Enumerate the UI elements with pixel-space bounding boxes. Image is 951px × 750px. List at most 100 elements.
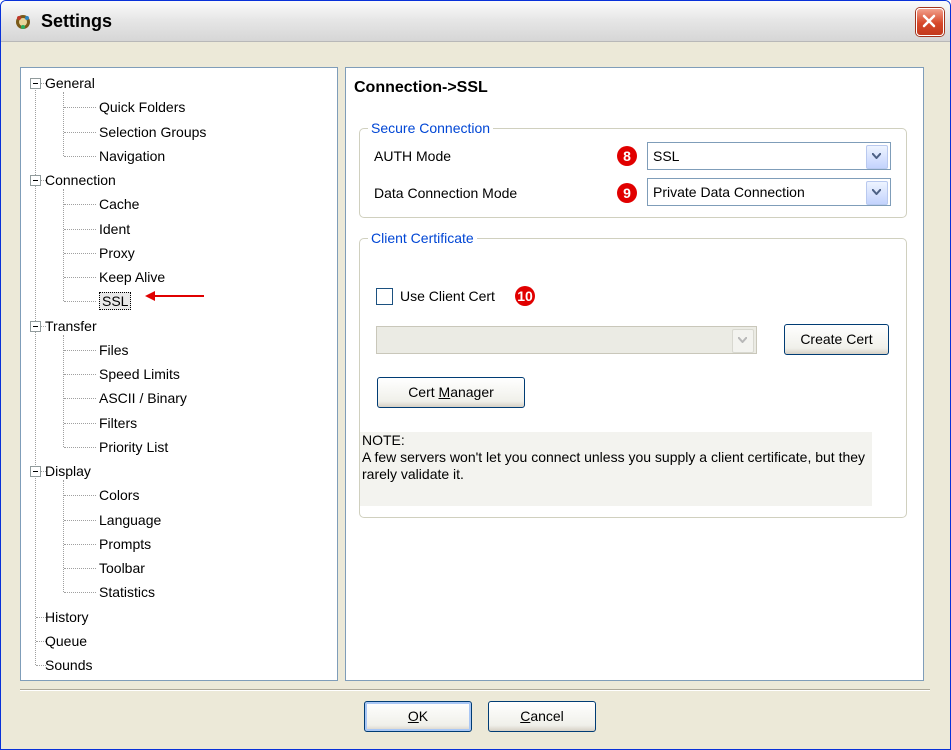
cert-manager-button[interactable]: Cert Manager [377, 377, 525, 408]
auth-mode-label: AUTH Mode [374, 148, 452, 164]
tree-item-navigation[interactable]: Navigation [99, 147, 165, 165]
tree-item-ssl[interactable]: SSL [99, 292, 132, 311]
tree-item-label: Files [99, 341, 129, 358]
dropdown-arrow-icon [738, 337, 747, 343]
create-cert-button[interactable]: Create Cert [784, 324, 889, 355]
tree-item-label: Speed Limits [99, 366, 180, 382]
tree-item-display[interactable]: Display [45, 462, 91, 480]
use-client-cert-badge: 10 [515, 286, 535, 306]
tree-item-label: Proxy [99, 244, 135, 261]
tree-item-label: SSL [99, 292, 132, 311]
cancel-button[interactable]: Cancel [488, 701, 596, 732]
close-button[interactable] [916, 8, 944, 36]
secure-connection-group: Secure Connection AUTH Mode 8 SSL Data C… [359, 120, 907, 218]
title-bar[interactable]: Settings [1, 1, 950, 42]
collapse-icon[interactable] [30, 175, 41, 186]
tree-root-line [35, 83, 36, 665]
tree-item-selection-groups[interactable]: Selection Groups [99, 123, 206, 141]
tree-item-label: Statistics [99, 584, 156, 601]
cert-manager-label-post: anager [450, 384, 494, 400]
tree-item-history[interactable]: History [45, 608, 89, 626]
tree-branch-line [63, 334, 64, 447]
tree-connector [64, 349, 96, 351]
tree-connector [64, 374, 96, 375]
use-client-cert-checkbox[interactable] [376, 288, 393, 305]
tree-item-label: General [45, 75, 95, 91]
tree-item-ascii-binary[interactable]: ASCII / Binary [99, 389, 187, 407]
client-cert-dropdown-button [732, 329, 754, 353]
tree-item-language[interactable]: Language [99, 511, 161, 529]
tree-item-keep-alive[interactable]: Keep Alive [99, 268, 165, 286]
note-title: NOTE: [362, 432, 405, 448]
tree-connector [64, 568, 96, 569]
tree-item-sounds[interactable]: Sounds [45, 656, 92, 674]
collapse-icon[interactable] [30, 466, 41, 477]
tree-connector [64, 277, 96, 278]
data-connection-mode-select[interactable]: Private Data Connection [647, 178, 891, 206]
note-body: A few servers won't let you connect unle… [362, 449, 866, 482]
tree-item-label: Cache [99, 196, 140, 213]
tree-connector [64, 204, 96, 206]
cancel-label-post: ancel [530, 708, 564, 724]
tree-connector [64, 543, 96, 545]
tree-item-label: Transfer [45, 317, 97, 334]
tree-item-prompts[interactable]: Prompts [99, 535, 151, 553]
tree-item-ident[interactable]: Ident [99, 220, 130, 238]
tree-item-label: ASCII / Binary [99, 390, 187, 407]
auth-mode-value: SSL [653, 148, 680, 164]
tree-connector [64, 155, 96, 157]
data-connection-mode-badge: 9 [617, 183, 637, 203]
tree-item-connection[interactable]: Connection [45, 171, 116, 189]
tree-connector [64, 228, 96, 230]
data-connection-mode-label: Data Connection Mode [374, 185, 518, 201]
tree-connector [64, 519, 96, 521]
client-cert-select [376, 326, 757, 354]
close-icon [922, 14, 936, 28]
tree-item-label: Toolbar [99, 560, 145, 576]
tree-connector [64, 107, 96, 109]
tree-branch-line [63, 92, 64, 156]
collapse-icon[interactable] [30, 78, 41, 89]
app-icon [16, 15, 30, 29]
tree-item-label: Keep Alive [99, 269, 166, 285]
tree-item-statistics[interactable]: Statistics [99, 583, 155, 601]
tree-item-speed-limits[interactable]: Speed Limits [99, 365, 180, 383]
footer-separator [20, 689, 930, 691]
settings-window: Settings General Quick Folders Selection G… [0, 0, 951, 750]
tree-item-label: Colors [99, 487, 140, 504]
tree-item-proxy[interactable]: Proxy [99, 244, 135, 262]
tree-item-label: Ident [99, 220, 131, 237]
window-title: Settings [41, 11, 113, 31]
tree-item-filters[interactable]: Filters [99, 414, 137, 432]
tree-item-transfer[interactable]: Transfer [45, 317, 97, 335]
tree-connector [64, 446, 96, 448]
tree-item-cache[interactable]: Cache [99, 195, 139, 213]
tree-branch-line [63, 480, 64, 593]
ok-button[interactable]: OK [364, 701, 472, 732]
tree-item-label: Priority List [99, 438, 169, 455]
tree-item-queue[interactable]: Queue [45, 632, 87, 650]
data-connection-mode-dropdown-button[interactable] [866, 181, 888, 205]
cert-manager-label-pre: Cert [408, 384, 439, 400]
settings-tree[interactable]: General Quick Folders Selection Groups Navi… [20, 67, 338, 681]
tree-item-general[interactable]: General [45, 74, 95, 92]
tree-connector [64, 398, 96, 400]
tree-item-label: History [45, 608, 89, 625]
tree-item-quick-folders[interactable]: Quick Folders [99, 98, 185, 116]
auth-mode-badge: 8 [617, 146, 637, 166]
tree-item-priority-list[interactable]: Priority List [99, 438, 168, 456]
collapse-icon[interactable] [30, 320, 41, 332]
data-connection-mode-value: Private Data Connection [653, 184, 805, 200]
tree-connector [64, 301, 96, 303]
tree-item-colors[interactable]: Colors [99, 486, 139, 504]
secure-connection-legend: Secure Connection [368, 120, 494, 136]
tree-item-files[interactable]: Files [99, 341, 129, 359]
client-certificate-legend: Client Certificate [368, 230, 477, 246]
use-client-cert-label[interactable]: Use Client Cert [400, 288, 495, 304]
tree-connector [64, 252, 96, 254]
tree-item-label: Connection [45, 172, 116, 188]
auth-mode-dropdown-button[interactable] [866, 145, 888, 169]
auth-mode-select[interactable]: SSL [647, 142, 891, 170]
tree-item-label: Prompts [99, 535, 152, 552]
tree-item-toolbar[interactable]: Toolbar [99, 559, 145, 577]
